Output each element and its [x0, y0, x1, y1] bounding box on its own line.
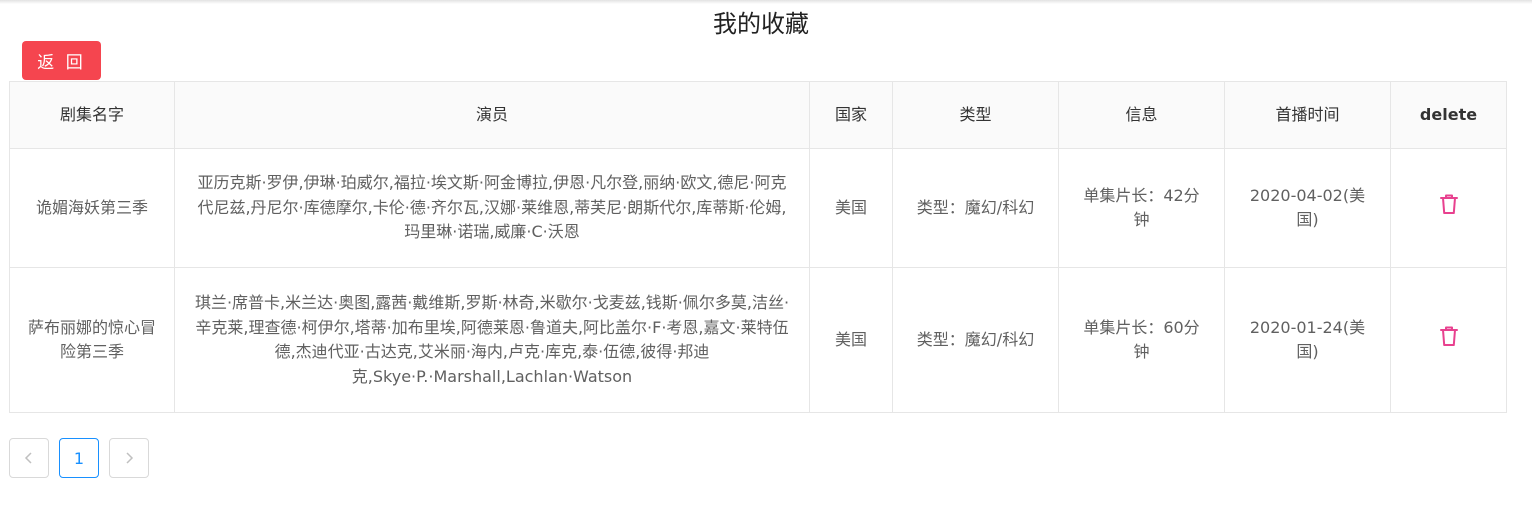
favorites-table: 剧集名字 演员 国家 类型 信息 首播时间 delete 诡媚海妖第三季 亚历克…	[9, 81, 1507, 413]
cell-premiere: 2020-04-02(美国)	[1224, 148, 1391, 268]
cell-info: 单集片长：60分钟	[1058, 267, 1225, 413]
cell-genre: 类型：魔幻/科幻	[892, 148, 1059, 268]
header-delete: delete	[1390, 81, 1507, 149]
header-premiere: 首播时间	[1224, 81, 1391, 149]
chevron-left-icon	[24, 452, 32, 464]
page-number-button[interactable]: 1	[59, 438, 99, 478]
header-name: 剧集名字	[9, 81, 175, 149]
cell-actors: 琪兰·席普卡,米兰达·奥图,露茜·戴维斯,罗斯·林奇,米歇尔·戈麦兹,钱斯·佩尔…	[174, 267, 810, 413]
trash-icon[interactable]	[1439, 325, 1459, 355]
table-row: 萨布丽娜的惊心冒险第三季 琪兰·席普卡,米兰达·奥图,露茜·戴维斯,罗斯·林奇,…	[9, 267, 1507, 413]
back-button[interactable]: 返 回	[22, 41, 101, 80]
cell-premiere: 2020-01-24(美国)	[1224, 267, 1391, 413]
cell-name: 萨布丽娜的惊心冒险第三季	[9, 267, 175, 413]
header-country: 国家	[809, 81, 893, 149]
header-info: 信息	[1058, 81, 1225, 149]
table-row: 诡媚海妖第三季 亚历克斯·罗伊,伊琳·珀威尔,福拉·埃文斯·阿金博拉,伊恩·凡尔…	[9, 148, 1507, 268]
cell-delete	[1390, 148, 1507, 268]
next-page-button[interactable]	[109, 438, 149, 478]
top-shadow	[0, 0, 1532, 4]
cell-country: 美国	[809, 267, 893, 413]
cell-info: 单集片长：42分钟	[1058, 148, 1225, 268]
cell-genre: 类型：魔幻/科幻	[892, 267, 1059, 413]
cell-country: 美国	[809, 148, 893, 268]
table-header-row: 剧集名字 演员 国家 类型 信息 首播时间 delete	[9, 81, 1507, 149]
prev-page-button[interactable]	[9, 438, 49, 478]
chevron-right-icon	[126, 452, 134, 464]
header-actors: 演员	[174, 81, 810, 149]
cell-name: 诡媚海妖第三季	[9, 148, 175, 268]
trash-icon[interactable]	[1439, 193, 1459, 223]
cell-actors: 亚历克斯·罗伊,伊琳·珀威尔,福拉·埃文斯·阿金博拉,伊恩·凡尔登,丽纳·欧文,…	[174, 148, 810, 268]
page-title: 我的收藏	[713, 10, 809, 38]
header-genre: 类型	[892, 81, 1059, 149]
cell-delete	[1390, 267, 1507, 413]
